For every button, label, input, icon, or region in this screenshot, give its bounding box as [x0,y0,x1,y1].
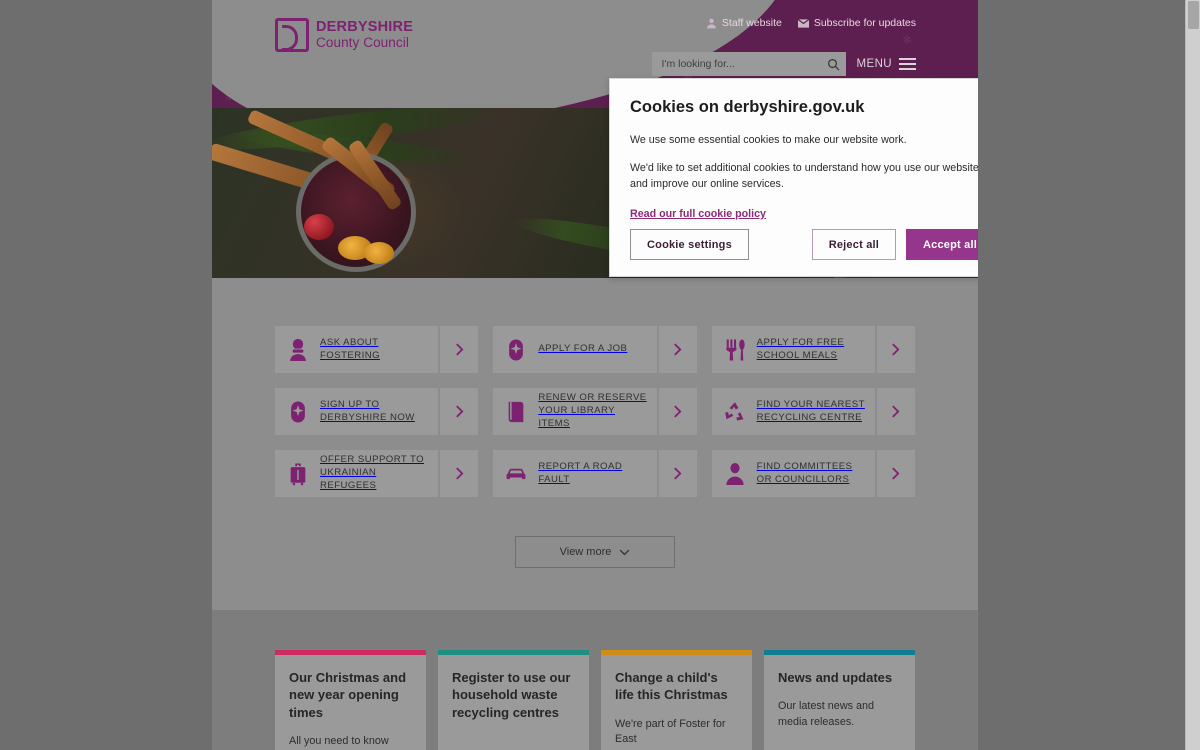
subscribe-updates-label: Subscribe for updates [813,17,916,29]
logo-title: DERBYSHIRE [316,19,414,36]
chevron-right-icon [674,467,682,480]
tile-find-nearest-recycling-centre[interactable]: Find your nearest recycling centre [711,388,915,435]
tile-report-a-road-fault[interactable]: Report a road fault [493,450,697,497]
hamburger-icon [899,58,916,70]
view-more-button[interactable]: View more [515,536,675,568]
tile-ask-about-fostering[interactable]: Ask about fostering [275,326,479,373]
tile-label: Report a road fault [538,460,623,485]
tile-label: Apply for free school meals [756,336,845,361]
subscribe-updates-link[interactable]: Subscribe for updates [797,17,916,29]
tile-chevron [874,388,915,435]
recycling-icon [724,401,744,421]
cookie-consent-dialog: × Cookies on derbyshire.gov.uk We use so… [609,78,978,277]
view-more-label: View more [559,546,612,558]
person-icon [707,18,716,28]
site-page: ❄ ❄ ❄ ❄ ❄ ❄ ❄ ❄ ❄ ❄ ❄ ❄ ❄ ❄ DERBYSHIRE C… [212,0,978,750]
person-silhouette-icon [726,462,744,485]
search-box[interactable] [651,52,846,76]
chevron-right-icon [455,405,464,418]
feature-cards-grid: Our Christmas and new year opening times… [275,650,915,750]
tile-apply-for-free-school-meals[interactable]: Apply for free school meals [711,326,915,373]
tile-sign-up-to-derbyshire-now[interactable]: Sign up to Derbyshire Now [275,388,479,435]
card-title: Register to use our household waste recy… [452,670,571,720]
tile-find-committees-or-councillors[interactable]: Find committees or councillors [711,450,915,497]
accept-all-button[interactable]: Accept all [906,229,978,260]
site-logo[interactable]: DERBYSHIRE County Council [275,18,413,52]
card-news-and-updates[interactable]: News and updates Our latest news and med… [764,650,915,750]
quick-links-grid: Ask about fostering Apply for a job [275,326,915,497]
cookie-paragraph-2: We'd like to set additional cookies to u… [630,161,978,191]
tile-label: Sign up to Derbyshire Now [320,398,415,423]
card-title: Our Christmas and new year opening times [289,670,407,720]
staff-website-link[interactable]: Staff website [706,17,782,29]
tile-chevron [656,450,697,497]
suitcase-icon [290,462,306,485]
mouse-cursor-icon [509,338,524,361]
page-scrollbar[interactable] [1185,0,1200,750]
tile-chevron [438,450,478,497]
tile-renew-or-reserve-library-items[interactable]: Renew or reserve your library items [493,388,697,435]
tile-chevron [656,326,697,373]
book-icon [508,401,524,422]
chevron-right-icon [674,405,682,418]
header-search-row: MENU [651,52,916,76]
search-input[interactable] [661,58,827,70]
scrollbar-thumb[interactable] [1188,1,1199,29]
reject-all-button[interactable]: Reject all [811,229,897,260]
card-body: Our latest news and media releases. [778,700,875,728]
chevron-right-icon [455,343,464,356]
tile-apply-for-a-job[interactable]: Apply for a job [493,326,697,373]
quick-links-section: Ask about fostering Apply for a job [212,278,978,568]
chevron-right-icon [892,343,900,356]
tile-label: Apply for a job [538,343,628,355]
tile-label: Find your nearest recycling centre [756,398,865,423]
chevron-right-icon [455,467,464,480]
fostering-person-icon [290,338,306,361]
tile-label: Ask about fostering [320,336,381,361]
feature-cards-section: Our Christmas and new year opening times… [212,610,978,750]
tile-label: Renew or reserve your library items [538,392,647,429]
envelope-icon [797,18,809,28]
chevron-right-icon [892,405,900,418]
mouse-cursor-icon [291,400,305,423]
derbyshire-d-monogram-icon [275,18,309,52]
chevron-down-icon [620,549,630,555]
tile-chevron [438,326,478,373]
tile-chevron [656,388,697,435]
cookie-settings-button[interactable]: Cookie settings [630,229,749,260]
chevron-right-icon [674,343,682,356]
card-change-a-childs-life[interactable]: Change a child's life this Christmas We'… [601,650,752,750]
tile-chevron [874,326,915,373]
chevron-right-icon [892,467,900,480]
cookie-dialog-actions: Cookie settings Reject all Accept all [630,229,978,260]
card-christmas-opening-times[interactable]: Our Christmas and new year opening times… [275,650,426,750]
card-title: Change a child's life this Christmas [615,670,728,703]
tile-chevron [438,388,478,435]
tile-offer-support-ukrainian-refugees[interactable]: Offer support to Ukrainian refugees [275,450,479,497]
menu-button[interactable]: MENU [857,58,916,70]
car-icon [506,468,526,479]
menu-label: MENU [856,58,892,70]
cutlery-icon [725,338,745,361]
tile-label: Find committees or councillors [756,460,853,485]
logo-subtitle: County Council [316,34,409,50]
card-title: News and updates [778,670,893,685]
cookie-policy-link[interactable]: Read our full cookie policy [630,208,766,220]
utility-nav: Staff website Subscribe for updates [706,17,916,29]
staff-website-label: Staff website [721,17,782,29]
tile-chevron [874,450,915,497]
card-body: We're part of Foster for East [615,717,726,746]
tile-label: Offer support to Ukrainian refugees [320,454,425,491]
card-register-recycling-centres[interactable]: Register to use our household waste recy… [438,650,589,750]
cookie-dialog-title: Cookies on derbyshire.gov.uk [630,98,865,116]
cookie-paragraph-1: We use some essential cookies to make ou… [630,134,907,146]
card-body: All you need to know about [289,734,389,747]
search-icon[interactable] [827,58,840,71]
view-more-wrapper: View more [275,497,915,568]
